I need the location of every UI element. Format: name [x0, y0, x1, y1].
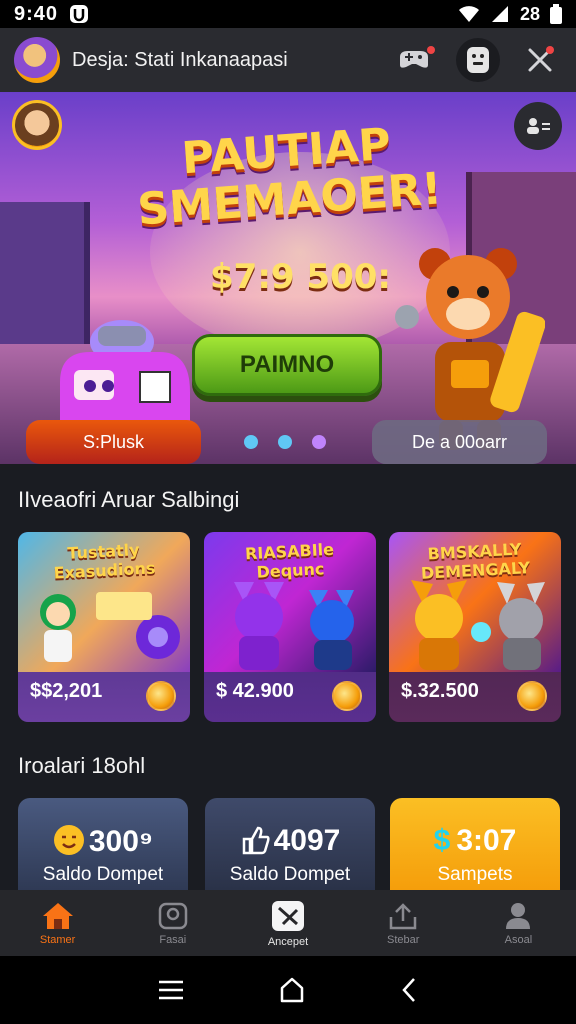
nav-item-home[interactable]: Stamer	[0, 890, 115, 956]
game-card[interactable]: Tustatly Exasudions $$2,201	[18, 532, 190, 722]
home-nav-icon[interactable]	[278, 976, 306, 1004]
app-bar: Desja: Stati Inkanaapasi	[0, 28, 576, 92]
game-card-title: Tustatly Exasudions	[53, 540, 156, 583]
thumbs-up-icon	[242, 826, 270, 855]
profile-icon	[506, 902, 531, 929]
recent-apps-icon[interactable]	[157, 979, 185, 1001]
balance-label: Sampets	[437, 864, 513, 885]
hero-prize: $7:9 500:	[210, 257, 391, 297]
app-notification-icon	[70, 5, 89, 23]
wifi-icon	[458, 6, 479, 22]
hero-avatar[interactable]	[12, 100, 62, 150]
frame-icon	[158, 902, 188, 929]
balance-value: 300⁹	[88, 825, 154, 858]
gamepad-icon	[400, 46, 435, 68]
carousel-dot-3[interactable]	[312, 435, 326, 449]
controller-icon	[467, 47, 489, 73]
people-icon	[527, 118, 550, 134]
balance-value: 3:07	[456, 824, 517, 857]
nav-label: Stebar	[387, 933, 420, 946]
nav-label: Ancepet	[267, 935, 309, 948]
balance-value-row: $3:07	[390, 824, 560, 858]
nav-label: Fasai	[159, 933, 187, 946]
balance-card[interactable]: 4097 Saldo Dompet	[205, 798, 375, 890]
coin-icon	[517, 681, 547, 711]
balance-section-title: Iroalari 18ohl	[18, 753, 146, 778]
coin-icon	[146, 681, 176, 711]
game-card-characters	[40, 592, 180, 662]
balance-label: Saldo Dompet	[42, 864, 164, 885]
game-card-characters	[234, 582, 354, 670]
nav-item-profile[interactable]: Asoal	[461, 890, 576, 956]
nav-item-upload[interactable]: Stebar	[346, 890, 461, 956]
hero-banner[interactable]: PAUTIAP SMEMAOER! $7:9 500: PAIMNO S:Plu…	[0, 92, 576, 464]
card-icon	[272, 900, 304, 931]
balance-card[interactable]: $3:07 Sampets	[390, 798, 560, 890]
carousel-dot-1[interactable]	[244, 435, 258, 449]
hero-left-button[interactable]: S:Plusk	[26, 420, 201, 464]
coin-icon	[332, 681, 362, 711]
app-title: Desja: Stati Inkanaapasi	[72, 48, 288, 71]
game-card-characters	[411, 580, 545, 670]
balance-card[interactable]: 300⁹ Saldo Dompet	[18, 798, 188, 890]
nav-item-frame[interactable]: Fasai	[115, 890, 230, 956]
games-section-title: IIveaofri Aruar Salbingi	[18, 487, 240, 512]
close-button[interactable]	[518, 38, 562, 82]
battery-text: 28	[519, 3, 540, 24]
system-nav-bar	[0, 956, 576, 1024]
nav-item-card[interactable]: Ancepet	[230, 890, 345, 956]
balance-value: 4097	[273, 824, 341, 857]
dollar-icon: $	[433, 824, 451, 857]
balance-label: Saldo Dompet	[229, 864, 351, 885]
carousel-dot-2[interactable]	[278, 435, 292, 449]
game-card[interactable]: RIASABIle Dequnc $ 42.900	[204, 532, 376, 722]
status-time: 9:40	[14, 2, 59, 25]
upload-icon	[389, 902, 417, 929]
home-icon	[42, 902, 73, 929]
game-card-price: $$2,201	[30, 680, 103, 702]
carousel-dots[interactable]	[244, 435, 326, 449]
balance-value-row: 4097	[205, 824, 375, 858]
nav-label: Asoal	[504, 933, 533, 946]
controller-button[interactable]	[456, 38, 500, 82]
game-card-price: $ 42.900	[216, 680, 294, 702]
game-card-title: RIASABIle Dequnc	[244, 539, 335, 582]
hero-menu-button[interactable]	[514, 102, 562, 150]
hero-right-button[interactable]: De a 00oarr	[372, 420, 547, 464]
battery-icon	[550, 4, 562, 24]
signal-icon	[491, 6, 508, 22]
game-card-price: $.32.500	[401, 680, 479, 702]
back-icon[interactable]	[399, 976, 419, 1004]
balance-value-row: 300⁹	[18, 824, 188, 859]
emoji-face-icon	[53, 825, 84, 855]
bottom-nav: Stamer Fasai Ancepet Stebar Asoal	[0, 890, 576, 956]
game-card-title: BMSKALLY DEMENGALY	[420, 539, 531, 583]
app-avatar[interactable]	[14, 37, 60, 83]
gamepad-button[interactable]	[394, 38, 438, 82]
nav-label: Stamer	[39, 933, 76, 946]
game-card[interactable]: BMSKALLY DEMENGALY $.32.500	[389, 532, 561, 722]
status-bar: 9:40 28	[0, 0, 576, 28]
close-icon	[528, 46, 554, 72]
hero-play-button[interactable]: PAIMNO	[192, 334, 382, 396]
